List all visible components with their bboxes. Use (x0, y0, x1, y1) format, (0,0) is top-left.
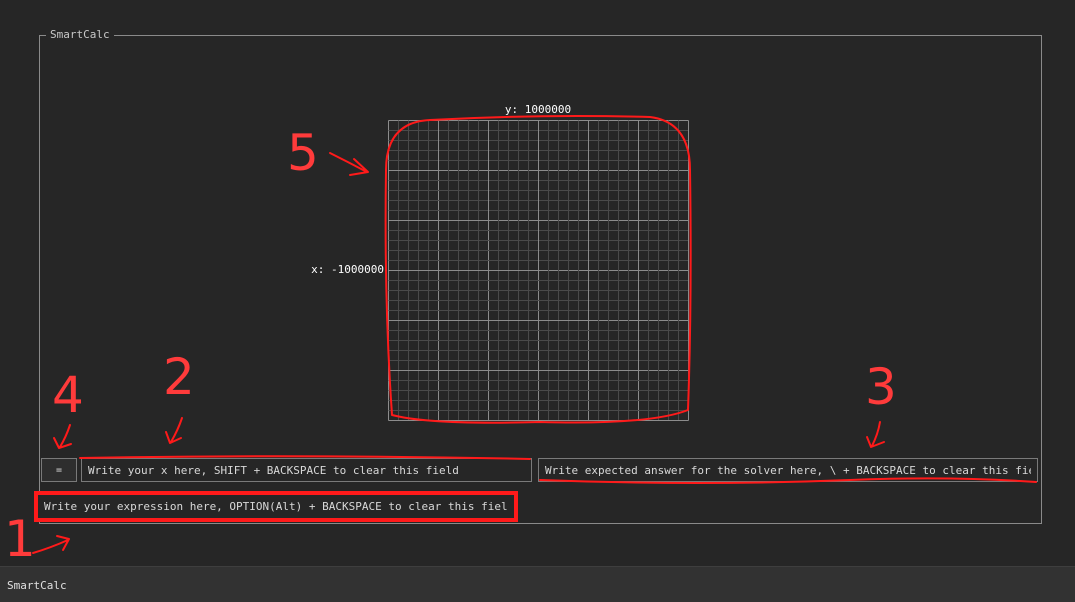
annotation-number-5: 5 (287, 124, 319, 182)
annotation-number-2: 2 (163, 348, 195, 406)
status-bar-title: SmartCalc (7, 579, 67, 592)
expected-answer-input[interactable] (538, 458, 1038, 482)
graph-plot-area[interactable] (388, 120, 689, 421)
expression-input[interactable] (34, 491, 518, 522)
x-value-input[interactable] (81, 458, 532, 482)
x-range-label: x: -1000000 (311, 263, 384, 276)
annotation-number-4: 4 (52, 366, 84, 424)
status-bar: SmartCalc (0, 566, 1075, 602)
panel-title: SmartCalc (46, 28, 114, 42)
annotation-arrow-1 (32, 535, 70, 554)
y-range-label: y: 1000000 (504, 103, 572, 116)
annotation-number-1: 1 (4, 510, 36, 568)
annotation-number-3: 3 (865, 358, 897, 416)
equals-button[interactable]: = (41, 458, 77, 482)
